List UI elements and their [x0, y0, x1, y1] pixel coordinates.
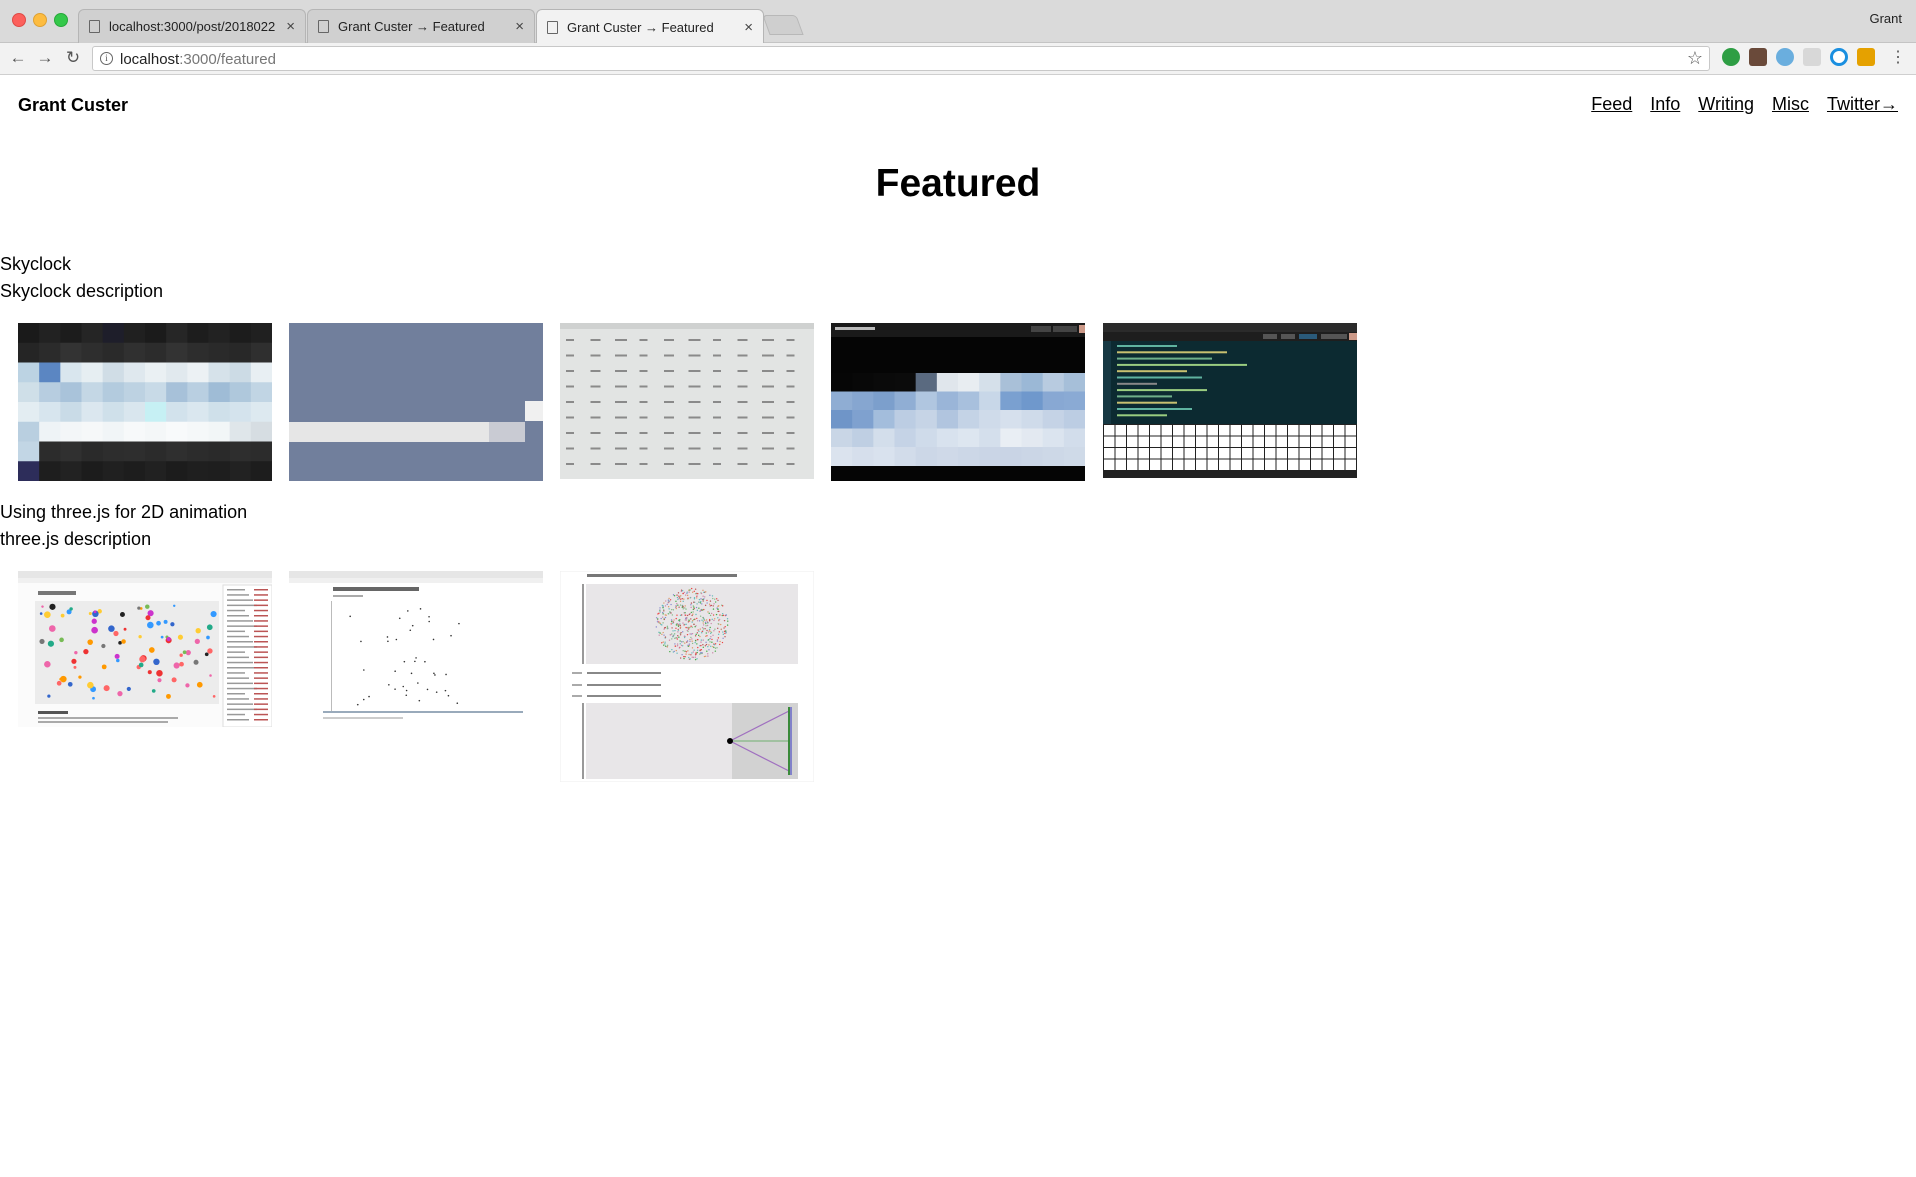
- browser-tab-featured[interactable]: Grant Custer → Featured ×: [307, 9, 535, 43]
- maximize-window-button[interactable]: [54, 13, 68, 27]
- project-title-threejs[interactable]: Using three.js for 2D animation: [0, 502, 247, 523]
- nav-link-writing[interactable]: Writing: [1698, 94, 1754, 115]
- profile-name[interactable]: Grant: [1869, 11, 1902, 26]
- extension-icon[interactable]: [1857, 48, 1875, 66]
- thumbnail-image: [289, 571, 543, 727]
- tab-close-icon[interactable]: ×: [744, 19, 753, 36]
- site-title[interactable]: Grant Custer: [18, 95, 128, 116]
- tab-close-icon[interactable]: ×: [515, 18, 524, 35]
- tab-label: Grant Custer → Featured: [338, 19, 485, 34]
- project-title-skyclock[interactable]: Skyclock: [0, 254, 71, 275]
- tab-label: Grant Custer → Featured: [567, 19, 714, 35]
- extension-icon[interactable]: [1803, 48, 1821, 66]
- tab-label: localhost:3000/post/2018022: [109, 19, 276, 34]
- browser-tab-post[interactable]: localhost:3000/post/2018022 ×: [78, 9, 306, 43]
- extension-icon[interactable]: [1776, 48, 1794, 66]
- document-icon: [89, 20, 100, 33]
- url-host: localhost: [120, 51, 180, 68]
- dark-app-pixel-thumbnail[interactable]: [831, 323, 1085, 481]
- extension-icon[interactable]: [1830, 48, 1848, 66]
- close-window-button[interactable]: [12, 13, 26, 27]
- thumbnail-image: [560, 323, 814, 479]
- info-icon[interactable]: i: [100, 52, 113, 65]
- thumbnail-image: [560, 571, 814, 782]
- thumbnail-image: [1103, 323, 1357, 478]
- thumbnail-image: [831, 323, 1085, 481]
- nav-link-misc[interactable]: Misc: [1772, 94, 1809, 115]
- thumbnail-image: [18, 571, 272, 727]
- thumbnail-image: [289, 323, 543, 481]
- project-description-threejs: three.js description: [0, 529, 152, 549]
- tab-close-icon[interactable]: ×: [286, 18, 295, 35]
- browser-title-bar: localhost:3000/post/2018022 × Grant Cust…: [0, 0, 1916, 44]
- page-title: Featured: [875, 162, 1041, 205]
- browser-tab-featured-active[interactable]: Grant Custer → Featured ×: [536, 9, 764, 44]
- browser-toolbar: ← → ↻ i localhost:3000/featured ☆ ⋮: [0, 43, 1916, 75]
- nav-link-twitter[interactable]: Twitter→: [1827, 94, 1898, 115]
- address-url[interactable]: localhost:3000/featured: [120, 51, 276, 68]
- url-path: :3000/featured: [179, 51, 276, 68]
- new-tab-button[interactable]: [762, 15, 804, 35]
- blue-band-thumbnail[interactable]: [289, 323, 543, 481]
- menu-kebab-icon[interactable]: ⋮: [1888, 48, 1908, 68]
- thumbnail-image: [18, 323, 272, 481]
- bookmark-star-icon[interactable]: ☆: [1687, 48, 1703, 69]
- document-icon: [547, 20, 558, 34]
- project-description-skyclock: Skyclock description: [0, 281, 164, 301]
- site-nav: Feed Info Writing Misc Twitter→: [1591, 94, 1898, 115]
- reload-icon[interactable]: ↻: [63, 48, 83, 68]
- data-table-screenshot-thumbnail[interactable]: [560, 323, 814, 479]
- code-editor-grid-thumbnail[interactable]: [1103, 323, 1357, 478]
- back-arrow-icon[interactable]: ←: [8, 48, 28, 68]
- nav-link-info[interactable]: Info: [1650, 94, 1680, 115]
- extension-icon[interactable]: [1722, 48, 1740, 66]
- forward-arrow-icon[interactable]: →: [35, 48, 55, 68]
- threejs-points-thumbnail[interactable]: [289, 571, 543, 727]
- pixel-sky-grid-thumbnail[interactable]: [18, 323, 272, 481]
- document-icon: [318, 20, 329, 33]
- camera-fov-diagram-thumbnail[interactable]: [560, 571, 814, 782]
- scatter-visualization-thumbnail[interactable]: [18, 571, 272, 727]
- site-header: Grant Custer Feed Info Writing Misc Twit…: [0, 75, 1916, 135]
- minimize-window-button[interactable]: [33, 13, 47, 27]
- address-bar[interactable]: i localhost:3000/featured ☆: [92, 46, 1710, 71]
- nav-link-feed[interactable]: Feed: [1591, 94, 1632, 115]
- extension-icon[interactable]: [1749, 48, 1767, 66]
